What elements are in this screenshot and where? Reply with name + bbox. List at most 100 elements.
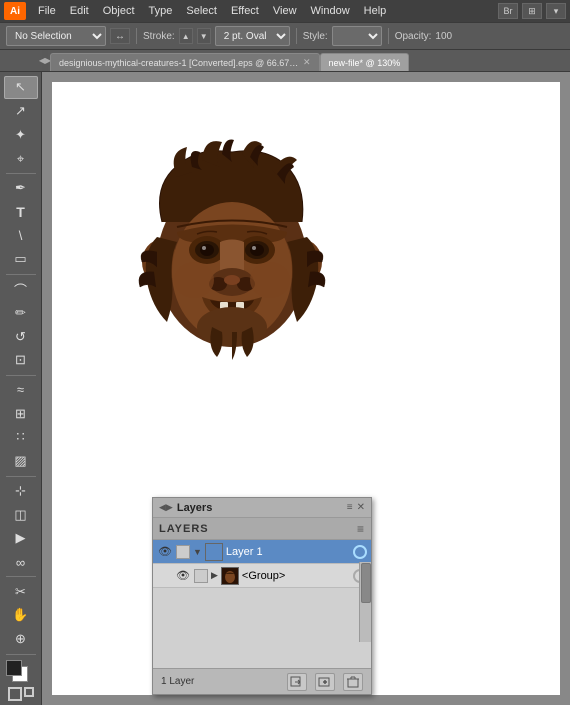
panel-menu-icon[interactable]: ≡ [347, 502, 353, 513]
layers-header: LAYERS ≡ [153, 518, 371, 540]
menu-view[interactable]: View [267, 3, 303, 19]
toolbar: ↖ ↗ ✦ ⌖ ✒ T \ ▭ ⌒ ✏ ↺ ⊡ ≈ ⊞ ∷ ▨ ⊹ ◫ ▶ ∞ … [0, 72, 42, 705]
arrange-icon[interactable]: ▾ [546, 3, 566, 19]
opacity-value: 100 [435, 31, 452, 42]
style-label: Style: [303, 31, 328, 42]
scissors-tool[interactable]: ✂ [4, 580, 38, 603]
layers-list: 👁 ▼ Layer 1 👁 ▶ [153, 540, 371, 668]
divider2 [296, 28, 297, 44]
separator6 [6, 654, 36, 655]
tab-eps-file[interactable]: designious-mythical-creatures-1 [Convert… [50, 53, 320, 71]
separator2 [6, 274, 36, 275]
layer1-name: Layer 1 [226, 546, 350, 558]
menu-file[interactable]: File [32, 3, 62, 19]
options-bar: No Selection ↔ Stroke: ▲ ▼ 2 pt. Oval St… [0, 22, 570, 50]
group-thumb [221, 567, 239, 585]
layer-row-group[interactable]: 👁 ▶ <Group> [153, 564, 371, 588]
menu-edit[interactable]: Edit [64, 3, 95, 19]
group-name: <Group> [242, 570, 350, 582]
layer1-thumb [205, 543, 223, 561]
divider3 [388, 28, 389, 44]
tab-eps-close[interactable]: ✕ [303, 57, 311, 68]
type-tool[interactable]: T [4, 201, 38, 224]
selection-dropdown[interactable]: No Selection [6, 26, 106, 46]
rotate-tool[interactable]: ↺ [4, 325, 38, 348]
layer1-target-icon[interactable] [353, 545, 367, 559]
layers-scroll-thumb[interactable] [361, 563, 371, 603]
group-lock-icon[interactable] [194, 569, 208, 583]
tab-eps-label: designious-mythical-creatures-1 [Convert… [59, 58, 299, 68]
layers-options-icon[interactable]: ≡ [357, 522, 365, 536]
swap-colors-btn[interactable] [8, 687, 22, 701]
zoom-tool[interactable]: ⊕ [4, 628, 38, 651]
main-area: ↖ ↗ ✦ ⌖ ✒ T \ ▭ ⌒ ✏ ↺ ⊡ ≈ ⊞ ∷ ▨ ⊹ ◫ ▶ ∞ … [0, 72, 570, 705]
ai-logo: Ai [4, 2, 26, 20]
style-dropdown[interactable] [332, 26, 382, 46]
menu-type[interactable]: Type [143, 3, 179, 19]
stroke-up-icon[interactable]: ▲ [179, 28, 193, 44]
default-colors-btn[interactable] [24, 687, 34, 697]
layer1-visibility-icon[interactable]: 👁 [157, 544, 173, 560]
stroke-fill-row [8, 687, 34, 701]
blend-tool[interactable]: ∞ [4, 551, 38, 574]
menu-window[interactable]: Window [305, 3, 356, 19]
graph-tool[interactable]: ▨ [4, 450, 38, 473]
divider [136, 28, 137, 44]
color-swatches[interactable] [6, 660, 36, 685]
separator5 [6, 576, 36, 577]
layers-panel: ◀▶ Layers ≡ ✕ LAYERS ≡ 👁 ▼ Layer 1 [152, 497, 372, 695]
canvas-area: ◀▶ Layers ≡ ✕ LAYERS ≡ 👁 ▼ Layer 1 [42, 72, 570, 705]
layers-titlebar: ◀▶ Layers ≡ ✕ [153, 498, 371, 518]
stroke-dropdown[interactable]: 2 pt. Oval [215, 26, 290, 46]
separator1 [6, 173, 36, 174]
opacity-label: Opacity: [395, 31, 432, 42]
mesh-tool[interactable]: ⊹ [4, 480, 38, 503]
layers-title-text: LAYERS [159, 523, 209, 535]
bridge-icon[interactable]: Br [498, 3, 518, 19]
layers-footer: 1 Layer [153, 668, 371, 694]
magic-wand-tool[interactable]: ✦ [4, 123, 38, 146]
stroke-down-icon[interactable]: ▼ [197, 28, 211, 44]
new-layer-btn[interactable] [315, 673, 335, 691]
menu-select[interactable]: Select [180, 3, 223, 19]
warp-tool[interactable]: ≈ [4, 379, 38, 402]
hand-tool[interactable]: ✋ [4, 604, 38, 627]
workspace-icon[interactable]: ⊞ [522, 3, 542, 19]
panel-close-icon[interactable]: ✕ [357, 502, 365, 513]
panel-collapse-icon[interactable]: ◀▶ [159, 502, 173, 513]
tab-new-label: new-file* @ 130% [329, 58, 401, 68]
menubar: Ai File Edit Object Type Select Effect V… [0, 0, 570, 22]
transform-icon[interactable]: ↔ [110, 28, 130, 44]
rect-tool[interactable]: ▭ [4, 248, 38, 271]
layer1-expand-icon[interactable]: ▼ [193, 547, 202, 557]
stroke-label: Stroke: [143, 31, 175, 42]
layer-count-label: 1 Layer [161, 676, 279, 687]
group-expand-icon[interactable]: ▶ [211, 570, 218, 581]
tab-new-file[interactable]: new-file* @ 130% [320, 53, 410, 71]
symbol-tool[interactable]: ∷ [4, 426, 38, 449]
scale-tool[interactable]: ⊡ [4, 349, 38, 372]
group-visibility-icon[interactable]: 👁 [175, 568, 191, 584]
pencil-tool[interactable]: ✏ [4, 301, 38, 324]
artwork-container [132, 132, 332, 392]
menu-effect[interactable]: Effect [225, 3, 265, 19]
paintbrush-tool[interactable]: ⌒ [4, 278, 38, 301]
make-sublayer-btn[interactable] [287, 673, 307, 691]
layers-panel-title: Layers [177, 502, 347, 514]
line-tool[interactable]: \ [4, 224, 38, 247]
eyedropper-tool[interactable]: ▶ [4, 527, 38, 550]
pen-tool[interactable]: ✒ [4, 177, 38, 200]
layer-row-layer1[interactable]: 👁 ▼ Layer 1 [153, 540, 371, 564]
layer1-lock-icon[interactable] [176, 545, 190, 559]
free-transform-tool[interactable]: ⊞ [4, 402, 38, 425]
tabbar: ◀▶ designious-mythical-creatures-1 [Conv… [0, 50, 570, 72]
selection-tool[interactable]: ↖ [4, 76, 38, 99]
menu-object[interactable]: Object [97, 3, 141, 19]
gradient-tool[interactable]: ◫ [4, 503, 38, 526]
lasso-tool[interactable]: ⌖ [4, 147, 38, 170]
menu-help[interactable]: Help [358, 3, 393, 19]
delete-layer-btn[interactable] [343, 673, 363, 691]
separator3 [6, 375, 36, 376]
layers-scrollbar[interactable] [359, 562, 371, 642]
direct-selection-tool[interactable]: ↗ [4, 100, 38, 123]
